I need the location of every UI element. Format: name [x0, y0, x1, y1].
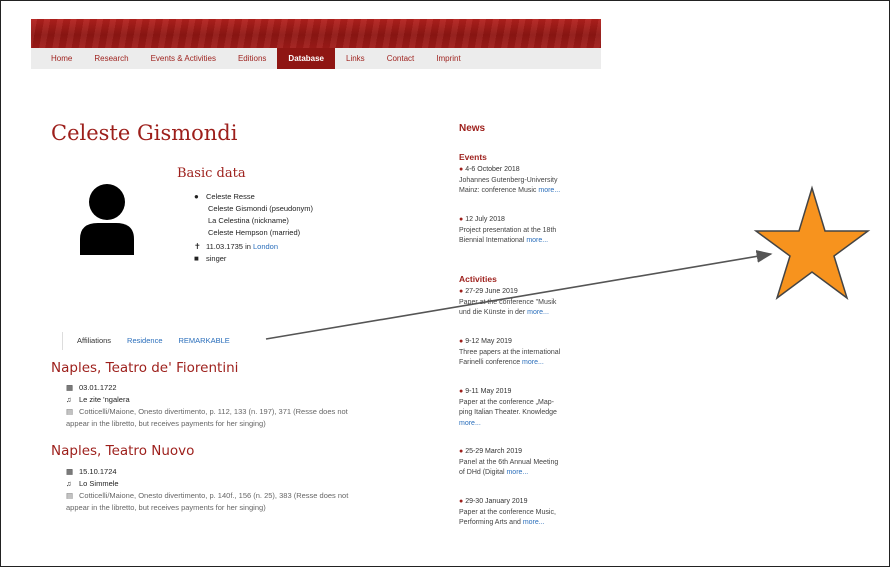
- activities-heading: Activities: [459, 274, 497, 284]
- nav-research[interactable]: Research: [83, 48, 139, 69]
- nav-imprint[interactable]: Imprint: [425, 48, 471, 69]
- calendar-icon: ▦: [66, 467, 74, 476]
- more-link[interactable]: more...: [538, 187, 560, 194]
- nav-editions[interactable]: Editions: [227, 48, 277, 69]
- affiliation-date: 15.10.1724: [79, 467, 117, 476]
- more-link[interactable]: more...: [523, 519, 545, 526]
- affiliation-work: Lo Simmele: [79, 479, 119, 488]
- briefcase-icon: ■: [194, 254, 199, 263]
- name-primary-row: ● Celeste Resse: [194, 191, 255, 202]
- news-text: Panel at the 6th Annual Meeting: [459, 458, 559, 466]
- news-date: 9-12 May 2019: [465, 338, 512, 345]
- death-place-link[interactable]: London: [253, 242, 278, 251]
- affiliation-source-cont: appear in the libretto, but receives pay…: [66, 503, 266, 512]
- news-text: of DHd (Digital: [459, 469, 507, 476]
- death-row: ✝ 11.03.1735 in London: [194, 241, 278, 252]
- tab-affiliations[interactable]: Affiliations: [62, 332, 119, 350]
- news-text: Paper at the conference "Musik: [459, 298, 557, 306]
- affiliation-source-row: ▤ Cotticelli/Maione, Onesto divertimento,…: [66, 490, 348, 501]
- news-item: ● 9-12 May 2019 Three papers at the inte…: [459, 338, 561, 366]
- news-text: ping Italian Theater. Knowledge: [459, 409, 557, 416]
- more-link[interactable]: more...: [526, 237, 548, 244]
- name-alt-2: La Celestina (nickname): [208, 216, 289, 225]
- more-link[interactable]: more...: [527, 309, 549, 316]
- affiliation-work-row: ♫ Le zite 'ngalera: [66, 394, 130, 405]
- events-heading: Events: [459, 152, 487, 162]
- news-date: 27-29 June 2019: [465, 288, 518, 295]
- news-text: Three papers at the international: [459, 348, 561, 356]
- calendar-icon: ▦: [66, 383, 74, 392]
- news-item: ● 12 July 2018 Project presentation at t…: [459, 216, 557, 244]
- affiliation-source: Cotticelli/Maione, Onesto divertimento, …: [79, 491, 349, 500]
- site-banner: [31, 19, 601, 48]
- news-item: ● 9-11 May 2019 Paper at the conference …: [459, 388, 557, 427]
- news-date: 9-11 May 2019: [465, 388, 512, 395]
- affiliation-title: Naples, Teatro Nuovo: [51, 443, 195, 459]
- music-note-icon: ♫: [66, 395, 72, 404]
- news-date: 12 July 2018: [465, 216, 505, 223]
- news-item: ● 29-30 January 2019 Paper at the confer…: [459, 498, 556, 526]
- affiliation-source-row: ▤ Cotticelli/Maione, Onesto divertimento,…: [66, 406, 348, 417]
- user-silhouette-icon: [80, 184, 134, 255]
- nav-events-activities[interactable]: Events & Activities: [140, 48, 227, 69]
- affiliation-date-row: ▦ 03.01.1722: [66, 382, 117, 393]
- book-icon: ▤: [66, 407, 74, 416]
- tab-remarkable[interactable]: REMARKABLE: [171, 332, 238, 350]
- name-alt-1: Celeste Gismondi (pseudonym): [208, 204, 314, 213]
- occupation: singer: [206, 254, 227, 263]
- news-text: Paper at the conference „Map-: [459, 398, 554, 406]
- news-date: 4-6 October 2018: [465, 166, 520, 173]
- affiliation-work-row: ♫ Lo Simmele: [66, 478, 119, 489]
- news-item: ● 27-29 June 2019 Paper at the conferenc…: [459, 288, 557, 316]
- death-date: 11.03.1735 in: [206, 242, 253, 251]
- name-primary: Celeste Resse: [206, 192, 255, 201]
- news-text: Johannes Gutenberg-University: [459, 176, 558, 184]
- occupation-row: ■ singer: [194, 253, 226, 264]
- cross-icon: ✝: [194, 242, 201, 251]
- news-item: ● 25-29 March 2019 Panel at the 6th Annu…: [459, 448, 559, 476]
- news-text: Project presentation at the 18th: [459, 226, 557, 234]
- affiliation-title: Naples, Teatro de' Fiorentini: [51, 360, 239, 376]
- more-link[interactable]: more...: [459, 420, 481, 427]
- news-text: Performing Arts and: [459, 519, 523, 526]
- affiliation-date: 03.01.1722: [79, 383, 117, 392]
- name-alt-3: Celeste Hempson (married): [208, 228, 301, 237]
- news-text: Biennial International: [459, 237, 527, 244]
- page-title: Celeste Gismondi: [51, 121, 238, 145]
- news-text: Paper at the conference Music,: [459, 508, 556, 516]
- affiliation-source-cont: appear in the libretto, but receives pay…: [66, 419, 266, 428]
- basic-data-heading: Basic data: [177, 166, 246, 181]
- tab-residence[interactable]: Residence: [119, 332, 170, 350]
- news-item: ● 4-6 October 2018 Johannes Gutenberg-Un…: [459, 166, 561, 194]
- news-text: Farinelli conference: [459, 359, 523, 366]
- main-nav: Home Research Events & Activities Editio…: [31, 48, 601, 69]
- book-icon: ▤: [66, 491, 74, 500]
- news-date: 29-30 January 2019: [465, 498, 528, 505]
- news-date: 25-29 March 2019: [465, 448, 523, 455]
- more-link[interactable]: more...: [506, 469, 528, 476]
- news-text: und die Künste in der: [459, 309, 528, 316]
- more-link[interactable]: more...: [522, 359, 544, 366]
- nav-links[interactable]: Links: [335, 48, 376, 69]
- detail-tabs: Affiliations Residence REMARKABLE: [62, 332, 238, 350]
- affiliation-work: Le zite 'ngalera: [79, 395, 130, 404]
- person-icon: ●: [194, 192, 199, 201]
- nav-home[interactable]: Home: [31, 48, 83, 69]
- nav-database[interactable]: Database: [277, 48, 335, 69]
- affiliation-source: Cotticelli/Maione, Onesto divertimento, …: [79, 407, 348, 416]
- screenshot-frame: [0, 0, 890, 567]
- nav-contact[interactable]: Contact: [376, 48, 426, 69]
- affiliation-date-row: ▦ 15.10.1724: [66, 466, 117, 477]
- news-text: Mainz: conference Music: [459, 187, 539, 194]
- news-heading: News: [459, 123, 486, 134]
- music-note-icon: ♫: [66, 479, 72, 488]
